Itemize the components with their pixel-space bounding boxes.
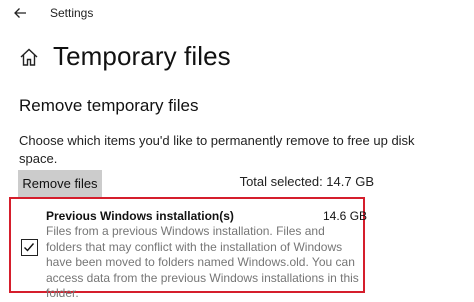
back-arrow-icon[interactable] bbox=[12, 5, 28, 21]
item-name: Previous Windows installation(s) bbox=[46, 209, 234, 223]
page-title: Temporary files bbox=[53, 41, 231, 71]
item-checkbox[interactable] bbox=[21, 239, 38, 256]
section-description: Choose which items you'd like to permane… bbox=[19, 133, 415, 166]
item-size: 14.6 GB bbox=[323, 209, 368, 223]
total-selected-label: Total selected: 14.7 GB bbox=[239, 174, 374, 189]
window-title: Settings bbox=[50, 6, 94, 20]
checkmark-icon bbox=[24, 243, 35, 252]
item-description: Files from a previous Windows installati… bbox=[46, 224, 359, 300]
remove-files-button[interactable]: Remove files bbox=[18, 170, 102, 197]
home-icon[interactable] bbox=[18, 46, 40, 68]
section-title: Remove temporary files bbox=[19, 96, 199, 115]
